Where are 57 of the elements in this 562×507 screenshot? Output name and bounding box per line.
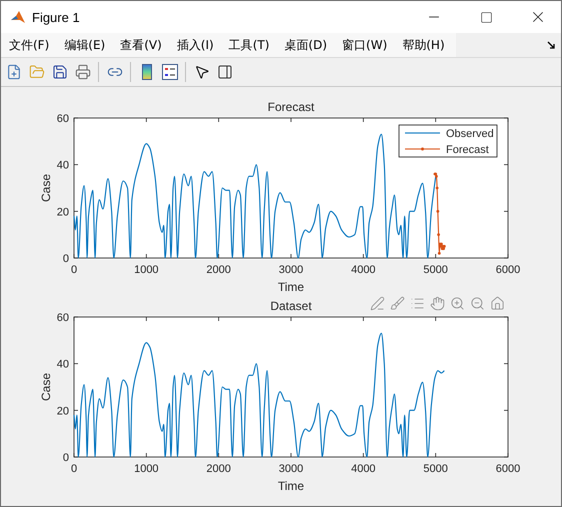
legend-line-icon	[404, 148, 440, 150]
new-file-icon[interactable]	[6, 64, 22, 80]
menu-item[interactable]: 插入(I)	[168, 33, 221, 57]
x-axis-label: Time	[278, 280, 304, 294]
x-tick-label: 3000	[278, 264, 304, 276]
y-axis-label: Case	[39, 174, 53, 202]
x-tick-label: 4000	[351, 463, 376, 475]
maximize-icon[interactable]	[480, 10, 492, 24]
y-tick-label: 0	[62, 452, 69, 464]
legend-line-icon	[404, 132, 440, 134]
x-tick-label: 6000	[496, 463, 520, 475]
x-tick-label: 2000	[206, 264, 231, 276]
menu-item[interactable]: 窗口(W)	[334, 33, 394, 57]
y-tick-label: 40	[56, 358, 69, 371]
save-icon[interactable]	[52, 64, 68, 80]
x-tick-label: 5000	[423, 463, 448, 475]
x-tick-label: 1000	[134, 264, 159, 276]
chart-title: Dataset	[270, 299, 312, 313]
menu-item[interactable]: 查看(V)	[112, 33, 169, 57]
legend-label: Observed	[446, 128, 494, 140]
y-tick-label: 0	[62, 253, 69, 265]
printer-icon[interactable]	[74, 64, 90, 80]
y-tick-label: 40	[56, 160, 69, 172]
app-logo-icon	[10, 9, 26, 25]
x-tick-label: 0	[70, 264, 78, 276]
x-tick-label: 5000	[423, 264, 448, 276]
y-tick-label: 60	[56, 113, 69, 125]
pointer-icon[interactable]	[194, 64, 210, 80]
panel-icon[interactable]	[216, 64, 232, 80]
menu-item[interactable]: 帮助(H)	[394, 33, 452, 57]
hand-icon[interactable]	[430, 296, 444, 310]
pen-icon[interactable]	[370, 296, 384, 310]
menu-item[interactable]: 桌面(D)	[276, 33, 334, 57]
legend-icon[interactable]	[162, 64, 178, 80]
x-tick-label: 1000	[134, 463, 159, 475]
window-title: Figure 1	[32, 10, 81, 24]
x-tick-label: 3000	[278, 463, 304, 475]
x-tick-label: 4000	[351, 264, 376, 276]
chart-title: Forecast	[268, 100, 314, 114]
x-tick-label: 2000	[206, 463, 231, 475]
y-tick-label: 60	[56, 312, 69, 324]
y-tick-label: 20	[56, 405, 69, 418]
zoom-in-icon[interactable]	[450, 296, 464, 310]
dock-arrow-icon[interactable]	[547, 41, 555, 49]
legend-label: Forecast	[446, 144, 489, 156]
brush-icon[interactable]	[390, 296, 404, 310]
menu-item[interactable]: 文件(F)	[1, 33, 56, 57]
home-icon[interactable]	[490, 296, 504, 310]
colorbar-icon[interactable]	[142, 64, 152, 80]
zoom-out-icon[interactable]	[470, 296, 484, 310]
x-tick-label: 0	[70, 463, 78, 475]
menu-item[interactable]: 工具(T)	[220, 33, 276, 57]
x-tick-label: 6000	[496, 264, 520, 276]
menu-item[interactable]: 编辑(E)	[56, 33, 112, 57]
y-axis-label: Case	[39, 373, 53, 401]
x-axis-label: Time	[278, 479, 304, 493]
y-tick-label: 20	[56, 206, 69, 218]
